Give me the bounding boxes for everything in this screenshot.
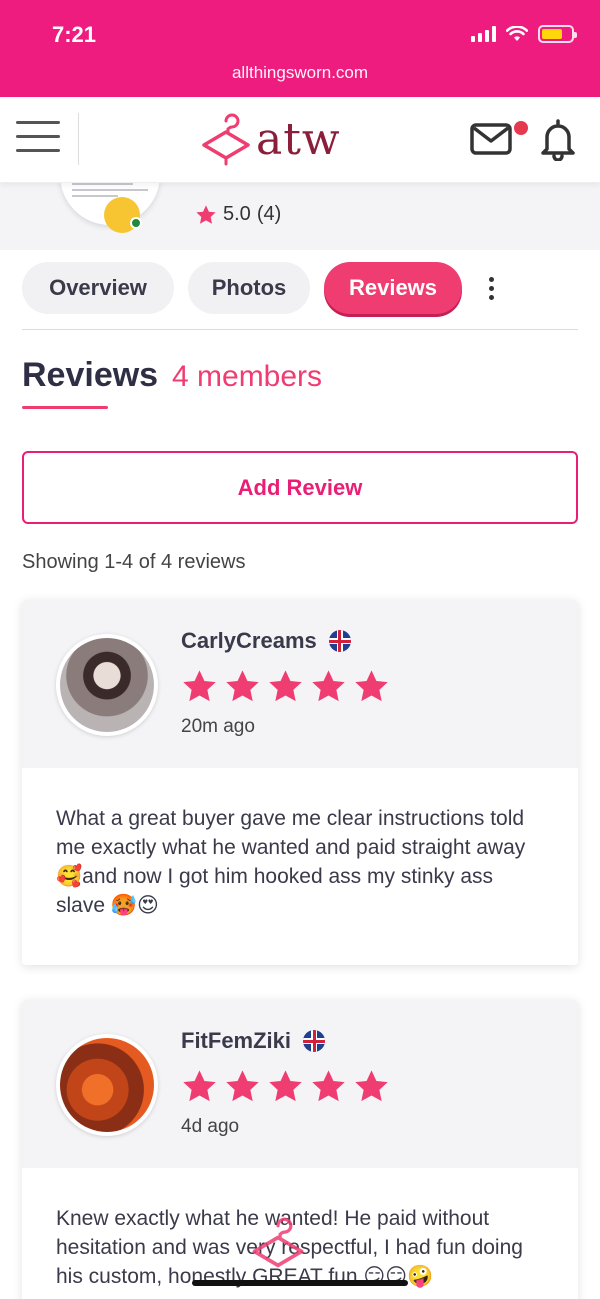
profile-rating: 5.0 (4)	[195, 203, 281, 226]
reviewer-name[interactable]: FitFemZiki	[181, 1028, 326, 1054]
star-icon	[183, 670, 216, 702]
review-header: FitFemZiki 4d ago	[22, 1000, 578, 1168]
uk-flag-icon	[328, 630, 351, 652]
more-options-icon[interactable]	[478, 272, 504, 304]
tab-overview[interactable]: Overview	[22, 262, 174, 314]
profile-tabs: Overview Photos Reviews	[22, 262, 462, 314]
site-logo[interactable]: atw	[200, 111, 341, 167]
reviewer-avatar[interactable]	[56, 634, 158, 736]
star-icon	[269, 670, 302, 702]
add-review-button[interactable]: Add Review	[22, 451, 578, 524]
star-icon	[183, 1070, 216, 1102]
results-count: Showing 1-4 of 4 reviews	[22, 551, 246, 573]
bell-icon[interactable]	[538, 117, 578, 161]
section-title: Reviews	[22, 356, 159, 394]
review-time: 20m ago	[181, 716, 255, 737]
review-stars	[181, 668, 390, 705]
reviewer-name-text: CarlyCreams	[181, 628, 317, 653]
reviewer-avatar[interactable]	[56, 1034, 158, 1136]
star-icon	[312, 670, 345, 702]
member-count: 4 members	[172, 360, 323, 393]
notification-dot	[514, 121, 528, 135]
star-icon	[196, 204, 216, 224]
reviewer-name-text: FitFemZiki	[181, 1028, 292, 1053]
menu-icon[interactable]	[16, 121, 60, 157]
star-icon	[226, 1070, 259, 1102]
header-divider	[78, 113, 79, 165]
profile-strip: 5.0 (4)	[0, 173, 600, 250]
reviewer-name[interactable]: CarlyCreams	[181, 628, 351, 654]
tabs-divider	[22, 329, 578, 330]
logo-text: atw	[256, 113, 341, 165]
mail-icon[interactable]	[470, 121, 514, 157]
hanger-watermark-icon	[252, 1217, 304, 1268]
rating-count: (4)	[256, 203, 282, 225]
battery-icon	[538, 25, 577, 43]
cellular-signal-icon	[471, 26, 496, 42]
star-icon	[226, 670, 259, 702]
status-time: 7:21	[52, 22, 97, 47]
tab-photos[interactable]: Photos	[188, 262, 310, 314]
emoji-status-icon	[104, 197, 142, 233]
url-bar[interactable]: allthingsworn.com	[0, 63, 600, 83]
star-icon	[355, 670, 388, 702]
review-stars	[181, 1068, 390, 1105]
star-icon	[355, 1070, 388, 1102]
online-dot	[130, 217, 142, 229]
review-header: CarlyCreams 20m ago	[22, 600, 578, 768]
home-indicator	[192, 1280, 408, 1286]
tab-reviews[interactable]: Reviews	[324, 262, 462, 314]
review-card: CarlyCreams 20m ago What a great buyer g…	[22, 600, 578, 965]
uk-flag-icon	[303, 1030, 326, 1052]
hanger-logo-icon	[202, 113, 250, 166]
review-text: What a great buyer gave me clear instruc…	[56, 807, 526, 917]
star-icon	[269, 1070, 302, 1102]
site-header: atw	[0, 97, 600, 183]
review-time: 4d ago	[181, 1116, 240, 1137]
star-icon	[312, 1070, 345, 1102]
rating-value: 5.0	[223, 203, 251, 225]
title-underline	[22, 406, 108, 409]
status-bar: 7:21 allthingsworn.com	[0, 0, 600, 97]
wifi-icon	[506, 26, 528, 41]
status-icons	[471, 25, 577, 43]
